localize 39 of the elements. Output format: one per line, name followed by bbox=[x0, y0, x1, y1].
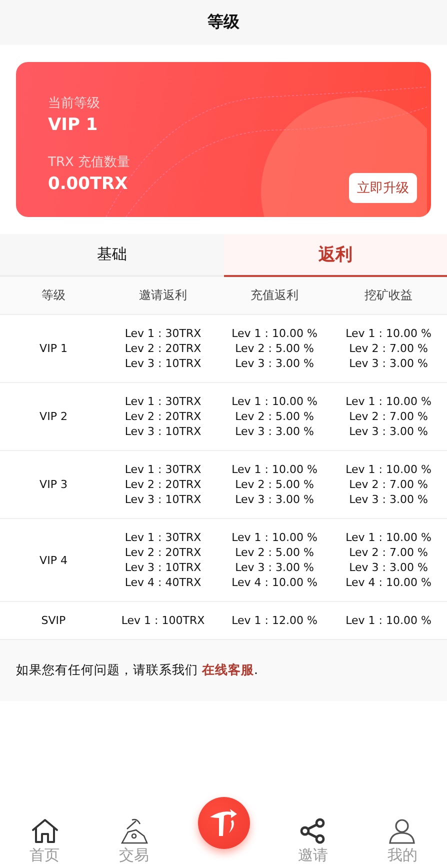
table-cell: Lev 1 : 10.00 % Lev 2 : 5.00 % Lev 3 : 3.00 % bbox=[219, 383, 330, 451]
nav-item[interactable]: 首页 bbox=[0, 818, 90, 865]
pickaxe-icon bbox=[120, 818, 148, 844]
nav-item[interactable]: 邀请 bbox=[268, 818, 358, 865]
table-cell: Lev 1 : 10.00 % Lev 2 : 7.00 % Lev 3 : 3.00 % bbox=[330, 451, 447, 519]
table-cell: VIP 3 bbox=[0, 451, 107, 519]
balance-label: TRX 充值数量 bbox=[48, 154, 130, 171]
table-cell: Lev 1 : 10.00 % Lev 2 : 7.00 % Lev 3 : 3.00 % bbox=[330, 383, 447, 451]
tab[interactable]: 基础 bbox=[0, 234, 224, 277]
level-value: VIP 1 bbox=[48, 115, 98, 135]
column-header: 充值返利 bbox=[219, 277, 330, 315]
help-text: 如果您有任何问题，请联系我们 在线客服. bbox=[16, 662, 258, 677]
column-header: 邀请返利 bbox=[107, 277, 219, 315]
logo-button[interactable] bbox=[198, 797, 250, 849]
table-cell: VIP 2 bbox=[0, 383, 107, 451]
table-cell: Lev 1 : 10.00 % Lev 2 : 5.00 % Lev 3 : 3.00 % Lev 4 : 10.00 % bbox=[219, 519, 330, 602]
level-label: 当前等级 bbox=[48, 95, 100, 112]
nav-item[interactable]: 我的 bbox=[358, 818, 447, 865]
table-cell: VIP 1 bbox=[0, 315, 107, 383]
table-cell: Lev 1 : 30TRX Lev 2 : 20TRX Lev 3 : 10TRX Lev 4 : 40TRX bbox=[107, 519, 219, 602]
table-cell: Lev 1 : 10.00 % Lev 2 : 7.00 % Lev 3 : 3.00 % bbox=[330, 315, 447, 383]
home-icon bbox=[30, 818, 59, 844]
support-link[interactable]: 在线客服 bbox=[202, 662, 254, 677]
table-cell: Lev 1 : 10.00 % Lev 2 : 5.00 % Lev 3 : 3.00 % bbox=[219, 315, 330, 383]
share-icon bbox=[298, 818, 327, 844]
nav-item[interactable]: 交易 bbox=[89, 818, 179, 865]
table-cell: VIP 4 bbox=[0, 519, 107, 602]
column-header: 挖矿收益 bbox=[330, 277, 447, 315]
table-cell: Lev 1 : 30TRX Lev 2 : 20TRX Lev 3 : 10TRX bbox=[107, 383, 219, 451]
table-cell: Lev 1 : 30TRX Lev 2 : 20TRX Lev 3 : 10TRX bbox=[107, 315, 219, 383]
page-title: 等级 bbox=[208, 12, 240, 33]
user-icon bbox=[388, 818, 416, 844]
table-cell: Lev 1 : 10.00 % Lev 2 : 5.00 % Lev 3 : 3.00 % bbox=[219, 451, 330, 519]
table-cell: Lev 1 : 30TRX Lev 2 : 20TRX Lev 3 : 10TRX bbox=[107, 451, 219, 519]
upgrade-button[interactable]: 立即升级 bbox=[349, 173, 417, 203]
balance-value: 0.00TRX bbox=[48, 174, 128, 194]
column-header: 等级 bbox=[0, 277, 107, 315]
tab[interactable]: 返利 bbox=[224, 234, 447, 277]
table-cell: Lev 1 : 10.00 % Lev 2 : 7.00 % Lev 3 : 3.00 % Lev 4 : 10.00 % bbox=[330, 519, 447, 602]
